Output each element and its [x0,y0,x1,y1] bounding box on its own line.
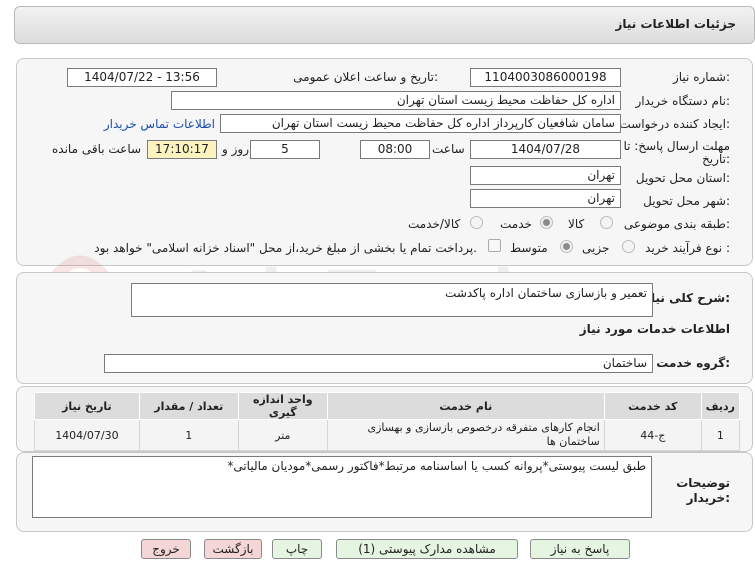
days-label: روز و [222,142,249,156]
creator-label: ایجاد کننده درخواست: [619,117,730,131]
notes-text: طبق لیست پیوستی*پروانه کسب یا اساسنامه م… [227,459,646,473]
table-header-row: ردیف کد خدمت نام خدمت واحد اندازه گیری ت… [34,392,741,420]
cell-name: انجام کارهای متفرقه درخصوص بازسازی و بهس… [326,419,605,451]
service-group-label: گروه خدمت: [656,356,730,370]
col-unit: واحد اندازه گیری [237,392,328,420]
summary-textarea[interactable]: تعمیر و بازسازی ساختمان اداره پاکدشت [131,283,653,317]
attachments-button[interactable]: مشاهده مدارک پیوستی (1) [336,539,518,559]
contact-info-link[interactable]: اطلاعات تماس خریدار [104,117,215,131]
days-field: 5 [250,140,320,159]
print-button[interactable]: چاپ [272,539,322,559]
need-number-field: 1104003086000198 [470,68,621,87]
exit-button[interactable]: خروج [141,539,191,559]
col-date: تاریخ نیاز [34,392,140,420]
city-label: شهر محل تحویل: [643,194,730,208]
deadline-label-2: تاریخ: [702,152,730,166]
cell-date: 1404/07/30 [34,419,140,451]
col-name: نام خدمت [326,392,605,420]
services-table: ردیف کد خدمت نام خدمت واحد اندازه گیری ت… [34,392,741,451]
cell-unit: متر [237,419,328,451]
cell-row: 1 [700,419,741,451]
buyer-org-field: اداره کل حفاظت محیط زیست استان تهران [171,91,621,110]
summary-label: شرح کلی نیاز: [644,291,730,305]
col-code: کد خدمت [603,392,702,420]
notes-label-2: خریدار: [686,491,730,505]
deadline-date-field: 1404/07/28 [470,140,621,159]
creator-field: سامان شافعیان کارپرداز اداره کل حفاظت مح… [220,114,621,133]
col-row: ردیف [700,392,741,420]
notes-label-1: توضیحات [676,476,730,490]
remaining-time-label: ساعت باقی مانده [52,142,142,156]
remaining-time-field: 17:10:17 [147,140,217,159]
need-number-label: شماره نیاز: [672,70,730,84]
province-label: استان محل تحویل: [635,171,730,185]
page-header: جزئیات اطلاعات نیاز [14,6,755,44]
deadline-label-1: مهلت ارسال پاسخ: تا [623,139,730,153]
cell-qty: 1 [138,419,239,451]
cell-code: ج-44 [603,419,702,451]
province-field: تهران [470,166,621,185]
announce-field: 1404/07/22 - 13:56 [67,68,217,87]
deadline-time-field: 08:00 [360,140,430,159]
services-section-title: اطلاعات خدمات مورد نیاز [579,322,730,336]
summary-text: تعمیر و بازسازی ساختمان اداره پاکدشت [445,286,647,300]
table-row: 1 ج-44 انجام کارهای متفرقه درخصوص بازساز… [34,419,741,451]
city-field: تهران [470,189,621,208]
deadline-time-label: ساعت [432,142,465,156]
col-qty: تعداد / مقدار [138,392,239,420]
service-group-field: ساختمان [104,354,653,373]
notes-textarea[interactable]: طبق لیست پیوستی*پروانه کسب یا اساسنامه م… [32,456,652,518]
buyer-org-label: نام دستگاه خریدار: [635,94,731,108]
page-title: جزئیات اطلاعات نیاز [615,17,736,31]
announce-label: تاریخ و ساعت اعلان عمومی: [293,70,438,84]
back-button[interactable]: بازگشت [204,539,262,559]
reply-button[interactable]: پاسخ به نیاز [530,539,630,559]
